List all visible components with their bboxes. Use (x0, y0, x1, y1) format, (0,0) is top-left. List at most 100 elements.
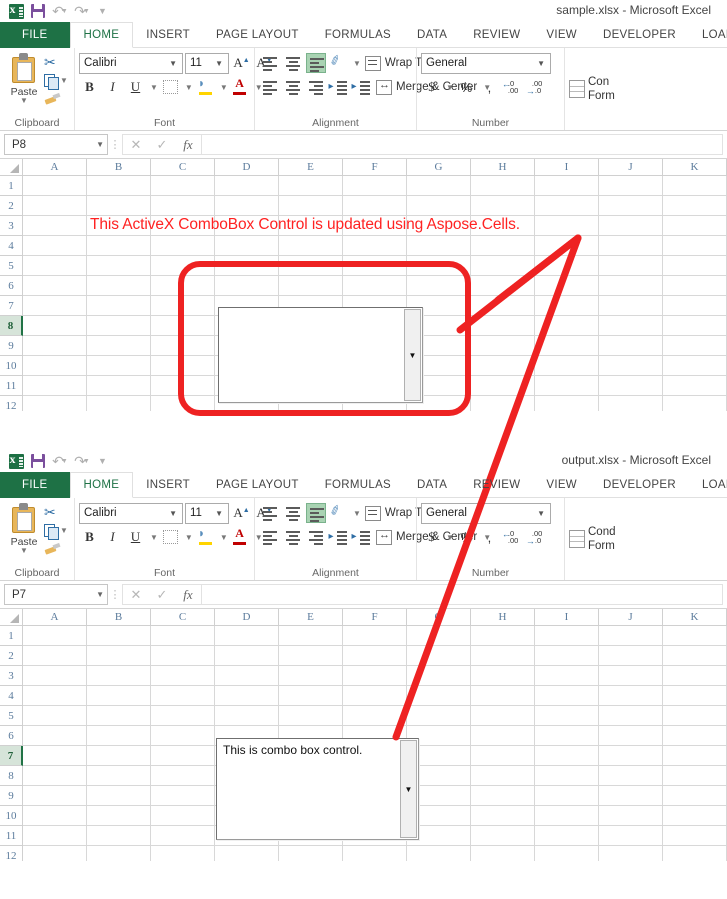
cut-button[interactable]: ✂ (44, 504, 68, 521)
borders-button[interactable] (160, 77, 181, 98)
increase-indent-button[interactable] (351, 527, 372, 548)
chevron-down-icon[interactable]: ▼ (60, 526, 68, 535)
activex-combobox-empty[interactable]: ▼ (218, 307, 423, 403)
row-header-7[interactable]: 7 (0, 746, 23, 766)
italic-button[interactable]: I (102, 527, 123, 548)
align-left-button[interactable] (259, 77, 280, 98)
font-color-button[interactable] (230, 526, 251, 548)
fill-color-button[interactable] (195, 526, 216, 548)
column-header-d[interactable]: D (215, 159, 279, 175)
combobox-dropdown-button[interactable]: ▼ (400, 740, 417, 838)
align-center-button[interactable] (282, 527, 303, 548)
enter-formula-button[interactable]: ✓ (149, 587, 175, 603)
tab-load-test[interactable]: LOAD TES (689, 472, 727, 498)
chevron-down-icon[interactable]: ▼ (446, 83, 454, 92)
select-all-button[interactable] (0, 609, 23, 625)
column-header-b[interactable]: B (87, 159, 151, 175)
tab-home[interactable]: HOME (69, 472, 134, 498)
column-header-c[interactable]: C (151, 159, 215, 175)
decrease-indent-button[interactable] (328, 527, 349, 548)
column-header-e[interactable]: E (279, 609, 343, 625)
column-header-i[interactable]: I (535, 609, 599, 625)
conditional-formatting-button[interactable]: Cond Form (588, 525, 616, 553)
row-header-11[interactable]: 11 (0, 376, 23, 396)
row-header-2[interactable]: 2 (0, 646, 23, 666)
tab-data[interactable]: DATA (404, 22, 460, 48)
chevron-down-icon[interactable]: ▼ (220, 533, 228, 542)
font-size-combo[interactable]: 11 ▼ (185, 502, 229, 524)
chevron-down-icon[interactable]: ▼ (446, 533, 454, 542)
chevron-down-icon[interactable]: ▼ (150, 83, 158, 92)
row-header-9[interactable]: 9 (0, 336, 23, 356)
chevron-down-icon[interactable]: ▼ (212, 509, 226, 518)
row-header-11[interactable]: 11 (0, 826, 23, 846)
decrease-indent-button[interactable] (328, 77, 349, 98)
decrease-decimal-button[interactable]: .00 → .0 (526, 528, 548, 546)
chevron-down-icon[interactable]: ▼ (166, 59, 180, 68)
select-all-button[interactable] (0, 159, 23, 175)
row-header-5[interactable]: 5 (0, 706, 23, 726)
column-header-d[interactable]: D (215, 609, 279, 625)
copy-button[interactable]: ▼ (44, 72, 68, 90)
tab-formulas[interactable]: FORMULAS (312, 472, 404, 498)
number-format-combo[interactable]: General ▼ (421, 502, 551, 524)
column-header-h[interactable]: H (471, 609, 535, 625)
increase-font-size-button[interactable]: A ▲ (231, 53, 252, 74)
row-header-4[interactable]: 4 (0, 236, 23, 256)
cancel-formula-button[interactable]: ✕ (123, 137, 149, 153)
align-middle-button[interactable] (282, 53, 303, 74)
tab-formulas[interactable]: FORMULAS (312, 22, 404, 48)
tab-load-test[interactable]: LOAD TE (689, 22, 727, 48)
tab-review[interactable]: REVIEW (460, 22, 533, 48)
quick-access-toolbar[interactable]: ↶▼ ↷▼ ▼ (0, 452, 114, 470)
tab-data[interactable]: DATA (404, 472, 460, 498)
row-header-4[interactable]: 4 (0, 686, 23, 706)
customize-qat-icon[interactable]: ▼ (94, 452, 114, 470)
row-header-3[interactable]: 3 (0, 216, 23, 236)
row-header-3[interactable]: 3 (0, 666, 23, 686)
column-header-j[interactable]: J (599, 609, 663, 625)
chevron-down-icon[interactable]: ▼ (185, 533, 193, 542)
paste-button[interactable]: Paste ▼ (4, 501, 44, 555)
column-header-k[interactable]: K (663, 159, 727, 175)
tab-file[interactable]: FILE (0, 472, 70, 498)
row-header-10[interactable]: 10 (0, 356, 23, 376)
font-name-combo[interactable]: Calibri ▼ (79, 52, 183, 74)
italic-button[interactable]: I (102, 77, 123, 98)
paste-caret-icon[interactable]: ▼ (20, 97, 28, 105)
column-header-f[interactable]: F (343, 159, 407, 175)
row-header-2[interactable]: 2 (0, 196, 23, 216)
chevron-down-icon[interactable]: ▼ (353, 509, 361, 518)
row-header-8[interactable]: 8 (0, 766, 23, 786)
chevron-down-icon[interactable]: ▼ (534, 59, 548, 68)
cut-button[interactable]: ✂ (44, 54, 68, 71)
row-header-6[interactable]: 6 (0, 726, 23, 746)
row-header-6[interactable]: 6 (0, 276, 23, 296)
number-format-combo[interactable]: General ▼ (421, 52, 551, 74)
orientation-button[interactable] (328, 53, 349, 74)
percent-style-button[interactable]: % (456, 77, 477, 98)
increase-font-size-button[interactable]: A ▲ (231, 503, 252, 524)
increase-decimal-button[interactable]: ← .0.00 (502, 528, 524, 546)
row-header-1[interactable]: 1 (0, 626, 23, 646)
undo-icon[interactable]: ↶ ▼ (50, 452, 70, 470)
chevron-down-icon[interactable]: ▼ (220, 83, 228, 92)
font-color-button[interactable] (230, 76, 251, 98)
tab-page-layout[interactable]: PAGE LAYOUT (203, 22, 312, 48)
column-header-f[interactable]: F (343, 609, 407, 625)
redo-icon[interactable]: ↷ ▼ (72, 2, 92, 20)
borders-button[interactable] (160, 527, 181, 548)
chevron-down-icon[interactable]: ▼ (534, 509, 548, 518)
column-header-b[interactable]: B (87, 609, 151, 625)
underline-button[interactable]: U (125, 77, 146, 98)
tab-review[interactable]: REVIEW (460, 472, 533, 498)
align-bottom-button[interactable] (305, 503, 326, 524)
enter-formula-button[interactable]: ✓ (149, 137, 175, 153)
comma-style-button[interactable]: , (479, 77, 500, 98)
font-size-combo[interactable]: 11 ▼ (185, 52, 229, 74)
chevron-down-icon[interactable]: ▼ (150, 533, 158, 542)
chevron-down-icon[interactable]: ▼ (353, 59, 361, 68)
accounting-format-button[interactable]: $ (421, 77, 442, 98)
activex-combobox-filled[interactable]: This is combo box control. ▼ (216, 738, 419, 840)
tab-insert[interactable]: INSERT (133, 22, 203, 48)
